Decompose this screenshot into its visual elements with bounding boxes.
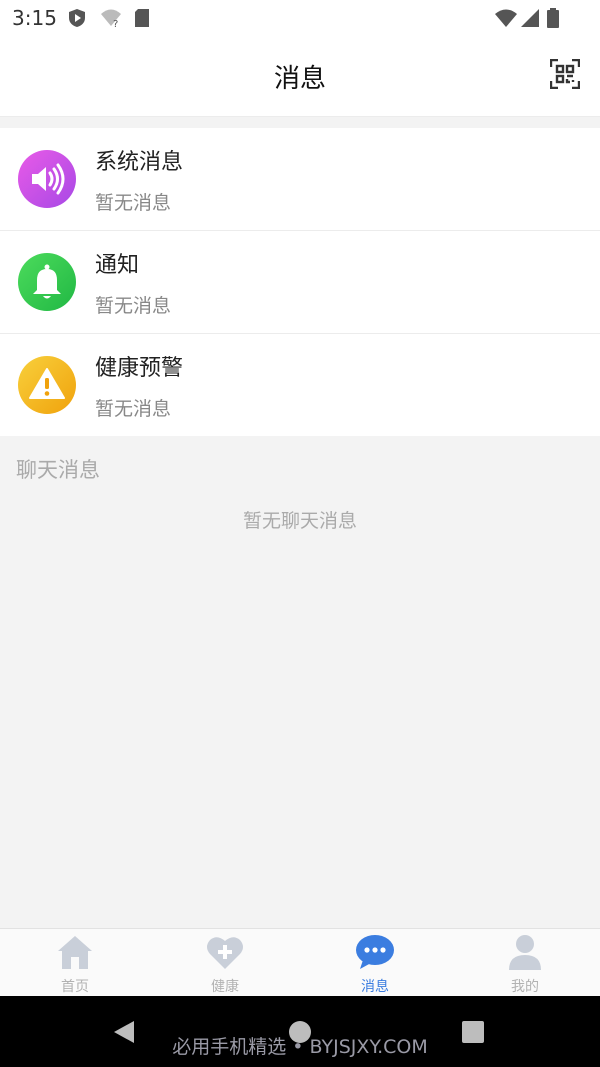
battery-icon: [546, 8, 560, 32]
sim-card-icon: [134, 8, 150, 32]
tab-label: 消息: [361, 979, 389, 995]
message-title: 通知: [95, 253, 140, 278]
status-bar: 3:15 ?: [0, 0, 600, 36]
message-subtitle: 暂无消息: [95, 192, 172, 214]
person-icon: [509, 935, 541, 970]
health-warning-item[interactable]: 健康预警 暂无消息: [0, 334, 600, 436]
tab-health[interactable]: 健康: [150, 929, 300, 997]
shield-play-icon: [68, 8, 86, 32]
message-subtitle: 暂无消息: [95, 398, 172, 420]
tab-label: 健康: [211, 979, 239, 995]
wifi-question-icon: ?: [100, 8, 122, 32]
heart-plus-icon: [207, 937, 243, 969]
home-icon: [58, 936, 92, 969]
message-title: 系统消息: [95, 150, 184, 175]
bell-icon: [18, 253, 76, 311]
bottom-tab-bar: 首页 健康 消息 我的: [0, 928, 600, 997]
watermark-text: 必用手机精选 • BYJSJXY.COM: [172, 1036, 428, 1058]
qr-scan-icon[interactable]: [549, 58, 581, 90]
message-category-list: 系统消息 暂无消息 通知 暂无消息 健康预警 暂无消息: [0, 128, 600, 436]
tab-messages[interactable]: 消息: [300, 929, 450, 997]
speaker-icon: [18, 150, 76, 208]
chat-empty-text: 暂无聊天消息: [242, 510, 357, 532]
tab-label: 我的: [511, 979, 539, 995]
message-title: 健康预警: [95, 356, 184, 381]
notification-item[interactable]: 通知 暂无消息: [0, 231, 600, 334]
wifi-signal-icon: [494, 8, 518, 32]
cell-signal-icon: [520, 8, 540, 32]
status-time: 3:15: [12, 6, 57, 30]
tab-label: 首页: [61, 979, 89, 995]
message-subtitle: 暂无消息: [95, 295, 172, 317]
tab-home[interactable]: 首页: [0, 929, 150, 997]
system-message-item[interactable]: 系统消息 暂无消息: [0, 128, 600, 231]
app-header: 消息: [0, 36, 600, 117]
chat-bubble-icon: [356, 935, 394, 969]
tab-profile[interactable]: 我的: [450, 929, 600, 997]
chat-section-title: 聊天消息: [16, 458, 100, 482]
svg-text:?: ?: [113, 19, 118, 28]
page-title: 消息: [273, 64, 326, 94]
warning-icon: [18, 356, 76, 414]
